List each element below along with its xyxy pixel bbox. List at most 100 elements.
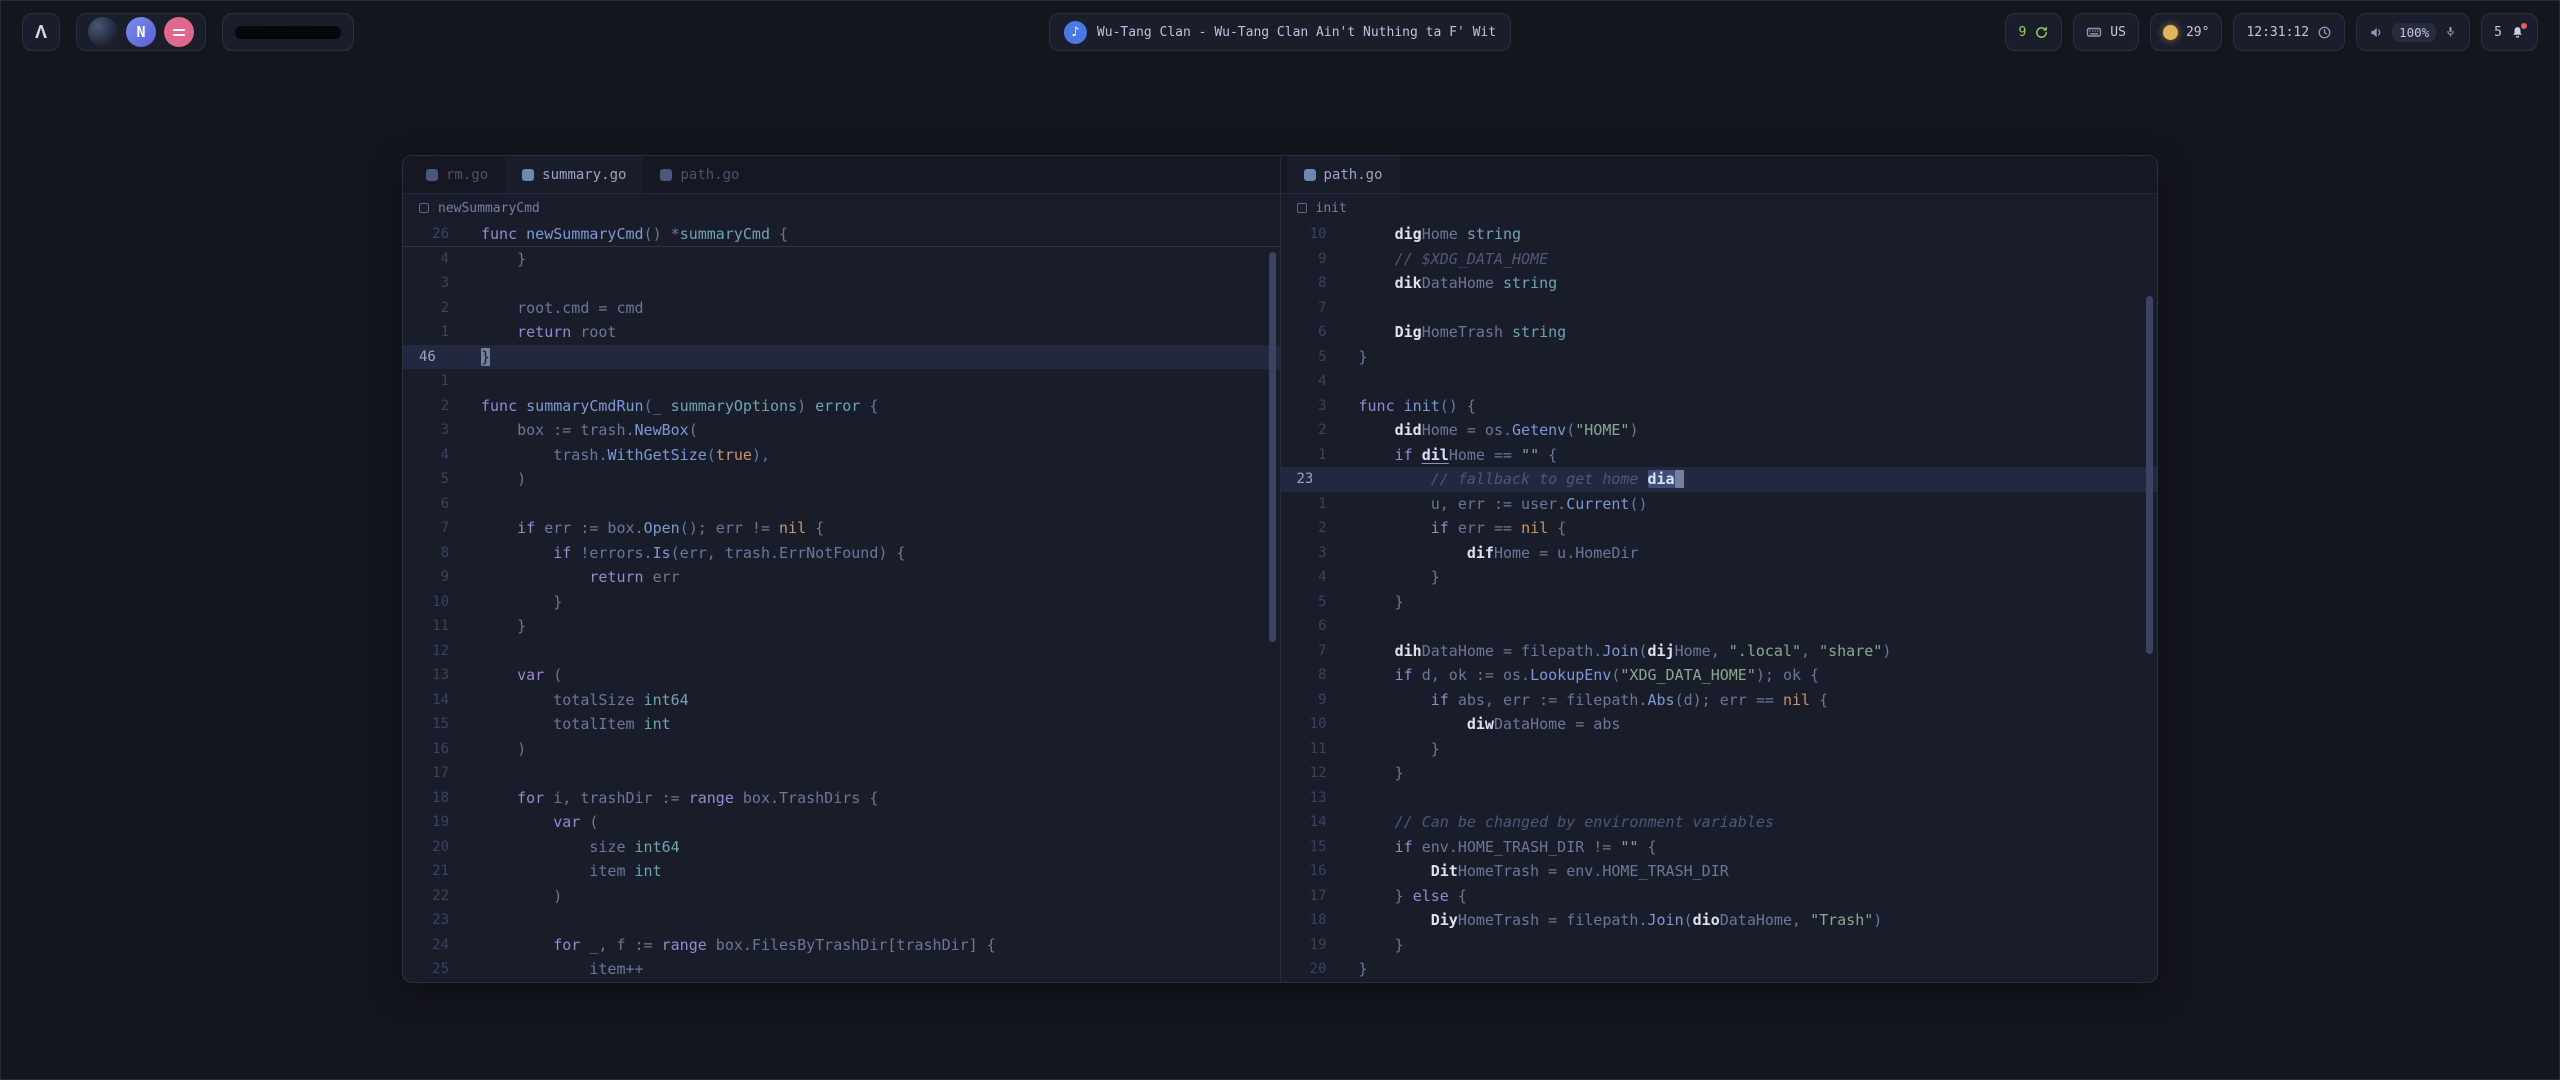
code-line[interactable]: 5} xyxy=(1281,345,2158,370)
code-line[interactable]: 7 xyxy=(1281,296,2158,321)
code-line[interactable]: 3 box := trash.NewBox( xyxy=(403,418,1280,443)
code-line[interactable]: 7 if err := box.Open(); err != nil { xyxy=(403,516,1280,541)
neovim-icon[interactable]: N xyxy=(126,17,156,47)
code-line[interactable]: 19 var ( xyxy=(403,810,1280,835)
code-line[interactable]: 4 trash.WithGetSize(true), xyxy=(403,443,1280,468)
code-line[interactable]: 8 dikDataHome string xyxy=(1281,271,2158,296)
code-line[interactable]: 46} xyxy=(403,345,1280,370)
code-text: if err := box.Open(); err != nil { xyxy=(461,516,1280,541)
code-line[interactable]: 1 u, err := user.Current() xyxy=(1281,492,2158,517)
code-line[interactable]: 6 DigHomeTrash string xyxy=(1281,320,2158,345)
code-line[interactable]: 25 item++ xyxy=(403,957,1280,982)
code-line[interactable]: 5 } xyxy=(1281,590,2158,615)
code-line[interactable]: 24 for _, f := range box.FilesByTrashDir… xyxy=(403,933,1280,958)
code-line[interactable]: 13 xyxy=(1281,786,2158,811)
code-area-right[interactable]: 10 digHome string9 // $XDG_DATA_HOME8 di… xyxy=(1281,222,2158,982)
code-line[interactable]: 7 dihDataHome = filepath.Join(dijHome, "… xyxy=(1281,639,2158,664)
code-line[interactable]: 8 if d, ok := os.LookupEnv("XDG_DATA_HOM… xyxy=(1281,663,2158,688)
tab-path.go[interactable]: path.go xyxy=(1287,156,1400,193)
keyboard-layout-widget[interactable]: US xyxy=(2073,13,2139,51)
code-line[interactable]: 11 } xyxy=(1281,737,2158,762)
code-line[interactable]: 16 DitHomeTrash = env.HOME_TRASH_DIR xyxy=(1281,859,2158,884)
code-line[interactable]: 4 xyxy=(1281,369,2158,394)
scrollbar-left[interactable] xyxy=(1269,252,1276,642)
clock-widget[interactable]: 12:31:12 xyxy=(2233,13,2345,51)
scrollbar-right[interactable] xyxy=(2146,296,2153,654)
code-line[interactable]: 9 return err xyxy=(403,565,1280,590)
tab-summary.go[interactable]: summary.go xyxy=(505,156,643,193)
active-window-title[interactable] xyxy=(222,13,354,51)
code-line[interactable]: 2func summaryCmdRun(_ summaryOptions) er… xyxy=(403,394,1280,419)
line-number: 12 xyxy=(403,639,461,664)
code-line[interactable]: 20 size int64 xyxy=(403,835,1280,860)
code-text: return root xyxy=(461,320,1280,345)
code-line[interactable]: 1 return root xyxy=(403,320,1280,345)
tab-label: path.go xyxy=(1324,167,1383,183)
code-line[interactable]: 3 difHome = u.HomeDir xyxy=(1281,541,2158,566)
tab-label: rm.go xyxy=(446,167,488,183)
code-line[interactable]: 18 DiyHomeTrash = filepath.Join(dioDataH… xyxy=(1281,908,2158,933)
code-line[interactable]: 19 } xyxy=(1281,933,2158,958)
line-number: 19 xyxy=(1281,933,1339,958)
code-line[interactable]: 9 // $XDG_DATA_HOME xyxy=(1281,247,2158,272)
line-number: 26 xyxy=(403,222,461,246)
code-line[interactable]: 3func init() { xyxy=(1281,394,2158,419)
code-line[interactable]: 15 totalItem int xyxy=(403,712,1280,737)
notes-icon[interactable] xyxy=(164,17,194,47)
code-line[interactable]: 10 diwDataHome = abs xyxy=(1281,712,2158,737)
code-line[interactable]: 5 ) xyxy=(403,467,1280,492)
code-line[interactable]: 23 xyxy=(403,908,1280,933)
editor-pane-left: rm.gosummary.gopath.go newSummaryCmd 26f… xyxy=(403,156,1280,982)
code-line[interactable]: 17 xyxy=(403,761,1280,786)
launcher-button[interactable]: Λ xyxy=(22,13,60,51)
code-line[interactable]: 1 xyxy=(403,369,1280,394)
code-text: } xyxy=(1339,345,2158,370)
code-line[interactable]: 3 xyxy=(403,271,1280,296)
line-number: 20 xyxy=(403,835,461,860)
code-line[interactable]: 23 // fallback to get home dia xyxy=(1281,467,2158,492)
code-line[interactable]: 21 item int xyxy=(403,859,1280,884)
code-line[interactable]: 12 } xyxy=(1281,761,2158,786)
code-line[interactable]: 2 didHome = os.Getenv("HOME") xyxy=(1281,418,2158,443)
line-number: 13 xyxy=(1281,786,1339,811)
notes-glyph xyxy=(173,29,185,31)
code-line[interactable]: 22 ) xyxy=(403,884,1280,909)
code-line[interactable]: 10 } xyxy=(403,590,1280,615)
code-line[interactable]: 4 } xyxy=(1281,565,2158,590)
breadcrumb-label: init xyxy=(1316,201,1347,216)
code-line[interactable]: 1 if dilHome == "" { xyxy=(1281,443,2158,468)
code-line[interactable]: 4 } xyxy=(403,247,1280,272)
code-line[interactable]: 16 ) xyxy=(403,737,1280,762)
code-line[interactable]: 9 if abs, err := filepath.Abs(d); err ==… xyxy=(1281,688,2158,713)
code-line[interactable]: 6 xyxy=(403,492,1280,517)
code-line[interactable]: 17 } else { xyxy=(1281,884,2158,909)
code-line[interactable]: 20} xyxy=(1281,957,2158,982)
code-line[interactable]: 11 } xyxy=(403,614,1280,639)
code-line[interactable]: 18 for i, trashDir := range box.TrashDir… xyxy=(403,786,1280,811)
line-number: 7 xyxy=(1281,296,1339,321)
line-number: 3 xyxy=(403,418,461,443)
updates-widget[interactable]: 9 xyxy=(2005,13,2062,51)
code-line[interactable]: 2 if err == nil { xyxy=(1281,516,2158,541)
code-line[interactable]: 14 totalSize int64 xyxy=(403,688,1280,713)
weather-widget[interactable]: 29° xyxy=(2150,13,2222,51)
media-player-widget[interactable]: ♪ Wu-Tang Clan - Wu-Tang Clan Ain't Nuth… xyxy=(1049,13,1511,51)
code-line[interactable]: 14 // Can be changed by environment vari… xyxy=(1281,810,2158,835)
code-area-left[interactable]: 26func newSummaryCmd() *summaryCmd {4 }3… xyxy=(403,222,1280,982)
tab-rm.go[interactable]: rm.go xyxy=(409,156,505,193)
code-line[interactable]: 15 if env.HOME_TRASH_DIR != "" { xyxy=(1281,835,2158,860)
code-line[interactable]: 12 xyxy=(403,639,1280,664)
code-line[interactable]: 13 var ( xyxy=(403,663,1280,688)
code-text: DitHomeTrash = env.HOME_TRASH_DIR xyxy=(1339,859,2158,884)
notifications-widget[interactable]: 5 xyxy=(2481,13,2538,51)
code-line[interactable]: 10 digHome string xyxy=(1281,222,2158,247)
line-number: 4 xyxy=(403,247,461,272)
volume-widget[interactable]: 100% xyxy=(2356,13,2470,51)
code-line[interactable]: 8 if !errors.Is(err, trash.ErrNotFound) … xyxy=(403,541,1280,566)
code-line[interactable]: 2 root.cmd = cmd xyxy=(403,296,1280,321)
code-line[interactable]: 6 xyxy=(1281,614,2158,639)
tab-path.go[interactable]: path.go xyxy=(643,156,756,193)
line-number: 14 xyxy=(1281,810,1339,835)
browser-icon[interactable] xyxy=(88,17,118,47)
sticky-context-line[interactable]: 26func newSummaryCmd() *summaryCmd { xyxy=(403,222,1280,247)
